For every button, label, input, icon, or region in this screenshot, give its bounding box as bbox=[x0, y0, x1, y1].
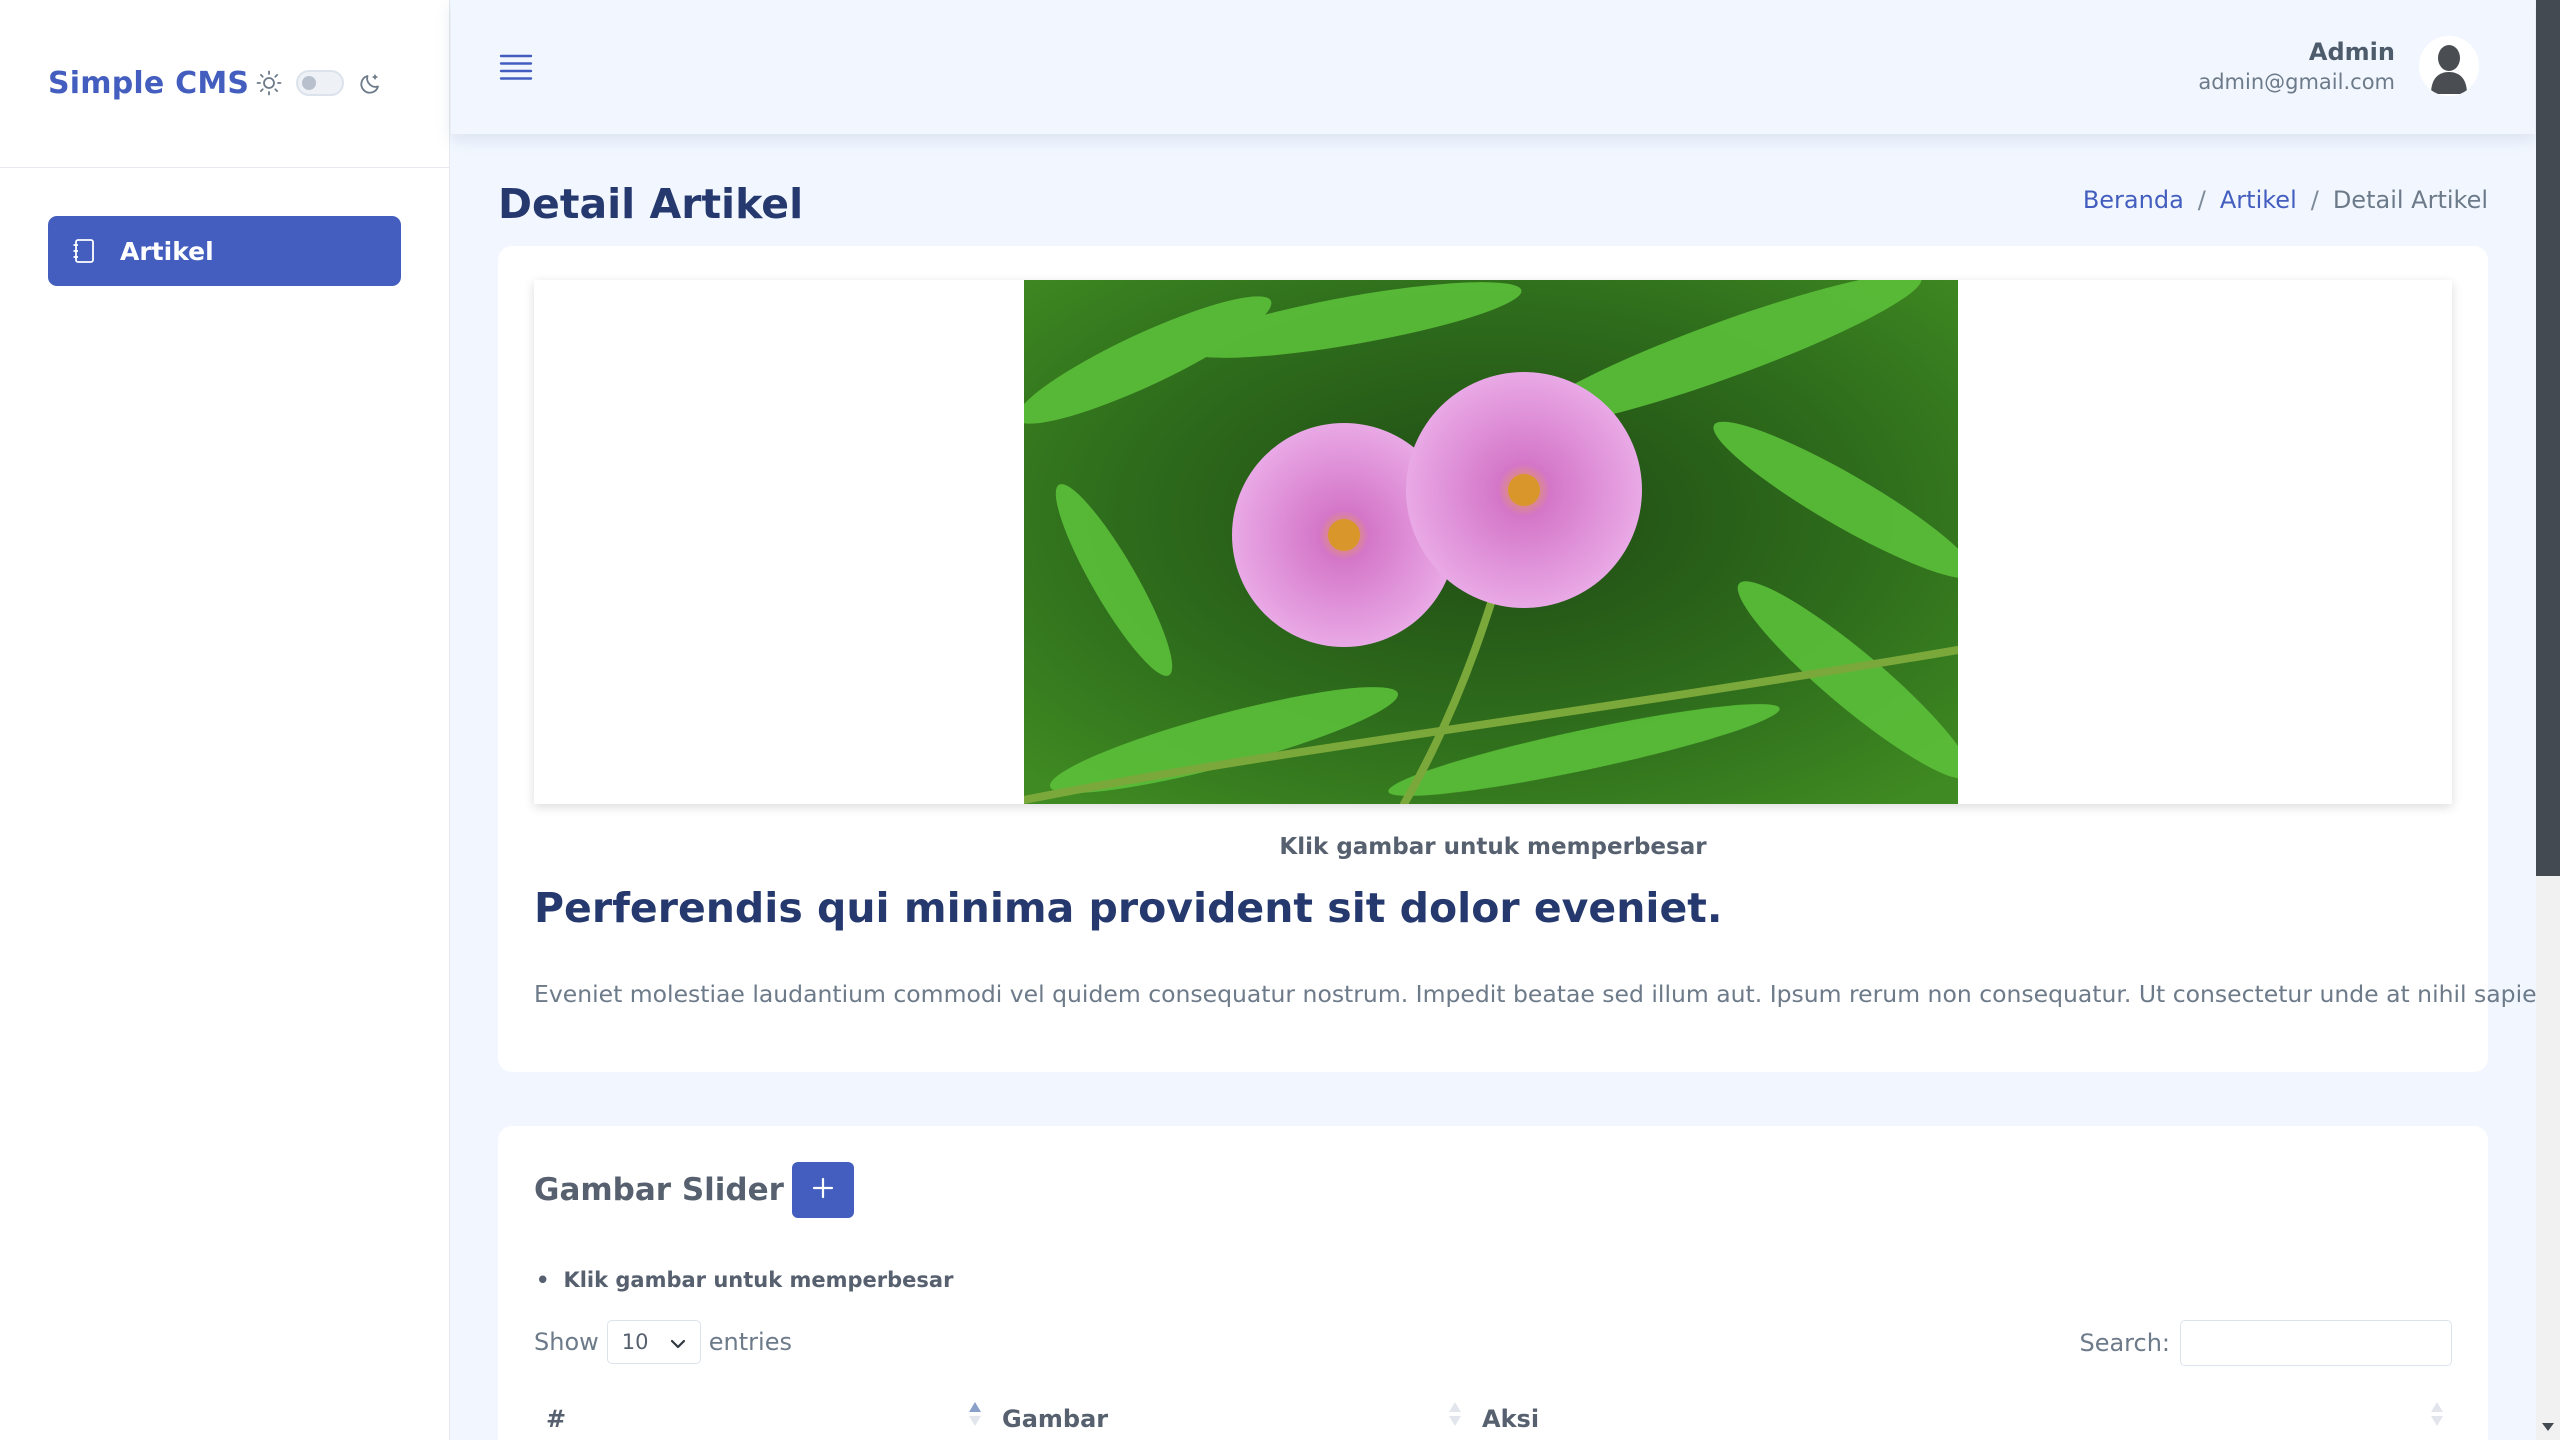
chevron-down-icon bbox=[670, 1330, 686, 1354]
sort-icon bbox=[968, 1400, 982, 1434]
entries-select[interactable]: 10 bbox=[606, 1320, 701, 1364]
entries-length-control: Show 10 entries bbox=[534, 1320, 792, 1364]
scrollbar-thumb[interactable] bbox=[2536, 0, 2560, 876]
column-header-gambar[interactable]: Gambar bbox=[990, 1394, 1470, 1440]
slider-card: Gambar Slider Klik gambar untuk memperbe… bbox=[498, 1126, 2488, 1440]
show-label: Show bbox=[534, 1328, 599, 1356]
moon-icon bbox=[358, 70, 384, 96]
switch-knob bbox=[302, 76, 316, 90]
sort-icon bbox=[1448, 1400, 1462, 1434]
article-body: Eveniet molestiae laudantium commodi vel… bbox=[534, 980, 2560, 1008]
breadcrumb-beranda[interactable]: Beranda bbox=[2083, 186, 2184, 214]
search-input[interactable] bbox=[2180, 1320, 2452, 1366]
column-label: Aksi bbox=[1482, 1405, 1540, 1433]
menu-toggle-icon[interactable] bbox=[499, 52, 533, 86]
user-email: admin@gmail.com bbox=[2198, 70, 2395, 94]
search-label: Search: bbox=[2079, 1329, 2170, 1357]
table-search: Search: bbox=[2079, 1320, 2452, 1366]
entries-select-value: 10 bbox=[621, 1330, 649, 1354]
article-image-frame bbox=[534, 280, 2452, 804]
column-label: Gambar bbox=[1002, 1405, 1109, 1433]
journal-icon bbox=[72, 238, 96, 264]
list-item: Klik gambar untuk memperbesar bbox=[560, 1268, 953, 1292]
sort-icon bbox=[2430, 1400, 2444, 1434]
sidebar: Simple CMS Artikel bbox=[0, 0, 450, 1440]
scroll-down-icon[interactable] bbox=[2540, 1417, 2556, 1436]
plus-icon bbox=[812, 1177, 834, 1203]
sidebar-header: Simple CMS bbox=[0, 0, 449, 168]
top-navbar: Admin admin@gmail.com bbox=[451, 0, 2535, 134]
column-header-number[interactable]: # bbox=[534, 1394, 990, 1440]
page-title: Detail Artikel bbox=[498, 180, 804, 228]
breadcrumb-current: Detail Artikel bbox=[2332, 186, 2488, 214]
avatar[interactable] bbox=[2419, 36, 2479, 96]
theme-toggle bbox=[256, 70, 384, 96]
add-slider-button[interactable] bbox=[791, 1162, 854, 1218]
breadcrumb-separator: / bbox=[2310, 186, 2319, 214]
entries-label: entries bbox=[708, 1328, 792, 1356]
slider-header: Gambar Slider bbox=[534, 1162, 854, 1218]
article-image[interactable] bbox=[1024, 280, 1958, 804]
sun-icon bbox=[256, 70, 282, 96]
breadcrumb-separator: / bbox=[2197, 186, 2206, 214]
sidebar-item-label: Artikel bbox=[120, 236, 214, 266]
column-header-aksi[interactable]: Aksi bbox=[1470, 1394, 2452, 1440]
slider-title: Gambar Slider bbox=[534, 1172, 784, 1208]
user-name: Admin bbox=[2308, 38, 2395, 66]
user-menu[interactable]: Admin admin@gmail.com bbox=[2198, 36, 2479, 96]
article-card: Klik gambar untuk memperbesar Perferendi… bbox=[498, 246, 2560, 1072]
article-title: Perferendis qui minima provident sit dol… bbox=[534, 884, 1723, 932]
brand-logo[interactable]: Simple CMS bbox=[48, 66, 249, 101]
breadcrumb: Beranda / Artikel / Detail Artikel bbox=[2083, 186, 2488, 214]
slider-notes: Klik gambar untuk memperbesar bbox=[560, 1268, 953, 1292]
dark-mode-switch[interactable] bbox=[296, 70, 344, 96]
page-scrollbar[interactable] bbox=[2536, 0, 2560, 1440]
table-header: # Gambar Aksi bbox=[534, 1394, 2452, 1440]
column-label: # bbox=[546, 1405, 567, 1433]
image-caption: Klik gambar untuk memperbesar bbox=[1279, 834, 1707, 860]
sidebar-item-artikel[interactable]: Artikel bbox=[48, 216, 401, 286]
breadcrumb-artikel[interactable]: Artikel bbox=[2220, 186, 2297, 214]
sidebar-menu: Artikel bbox=[0, 168, 449, 286]
user-info: Admin admin@gmail.com bbox=[2198, 38, 2395, 94]
